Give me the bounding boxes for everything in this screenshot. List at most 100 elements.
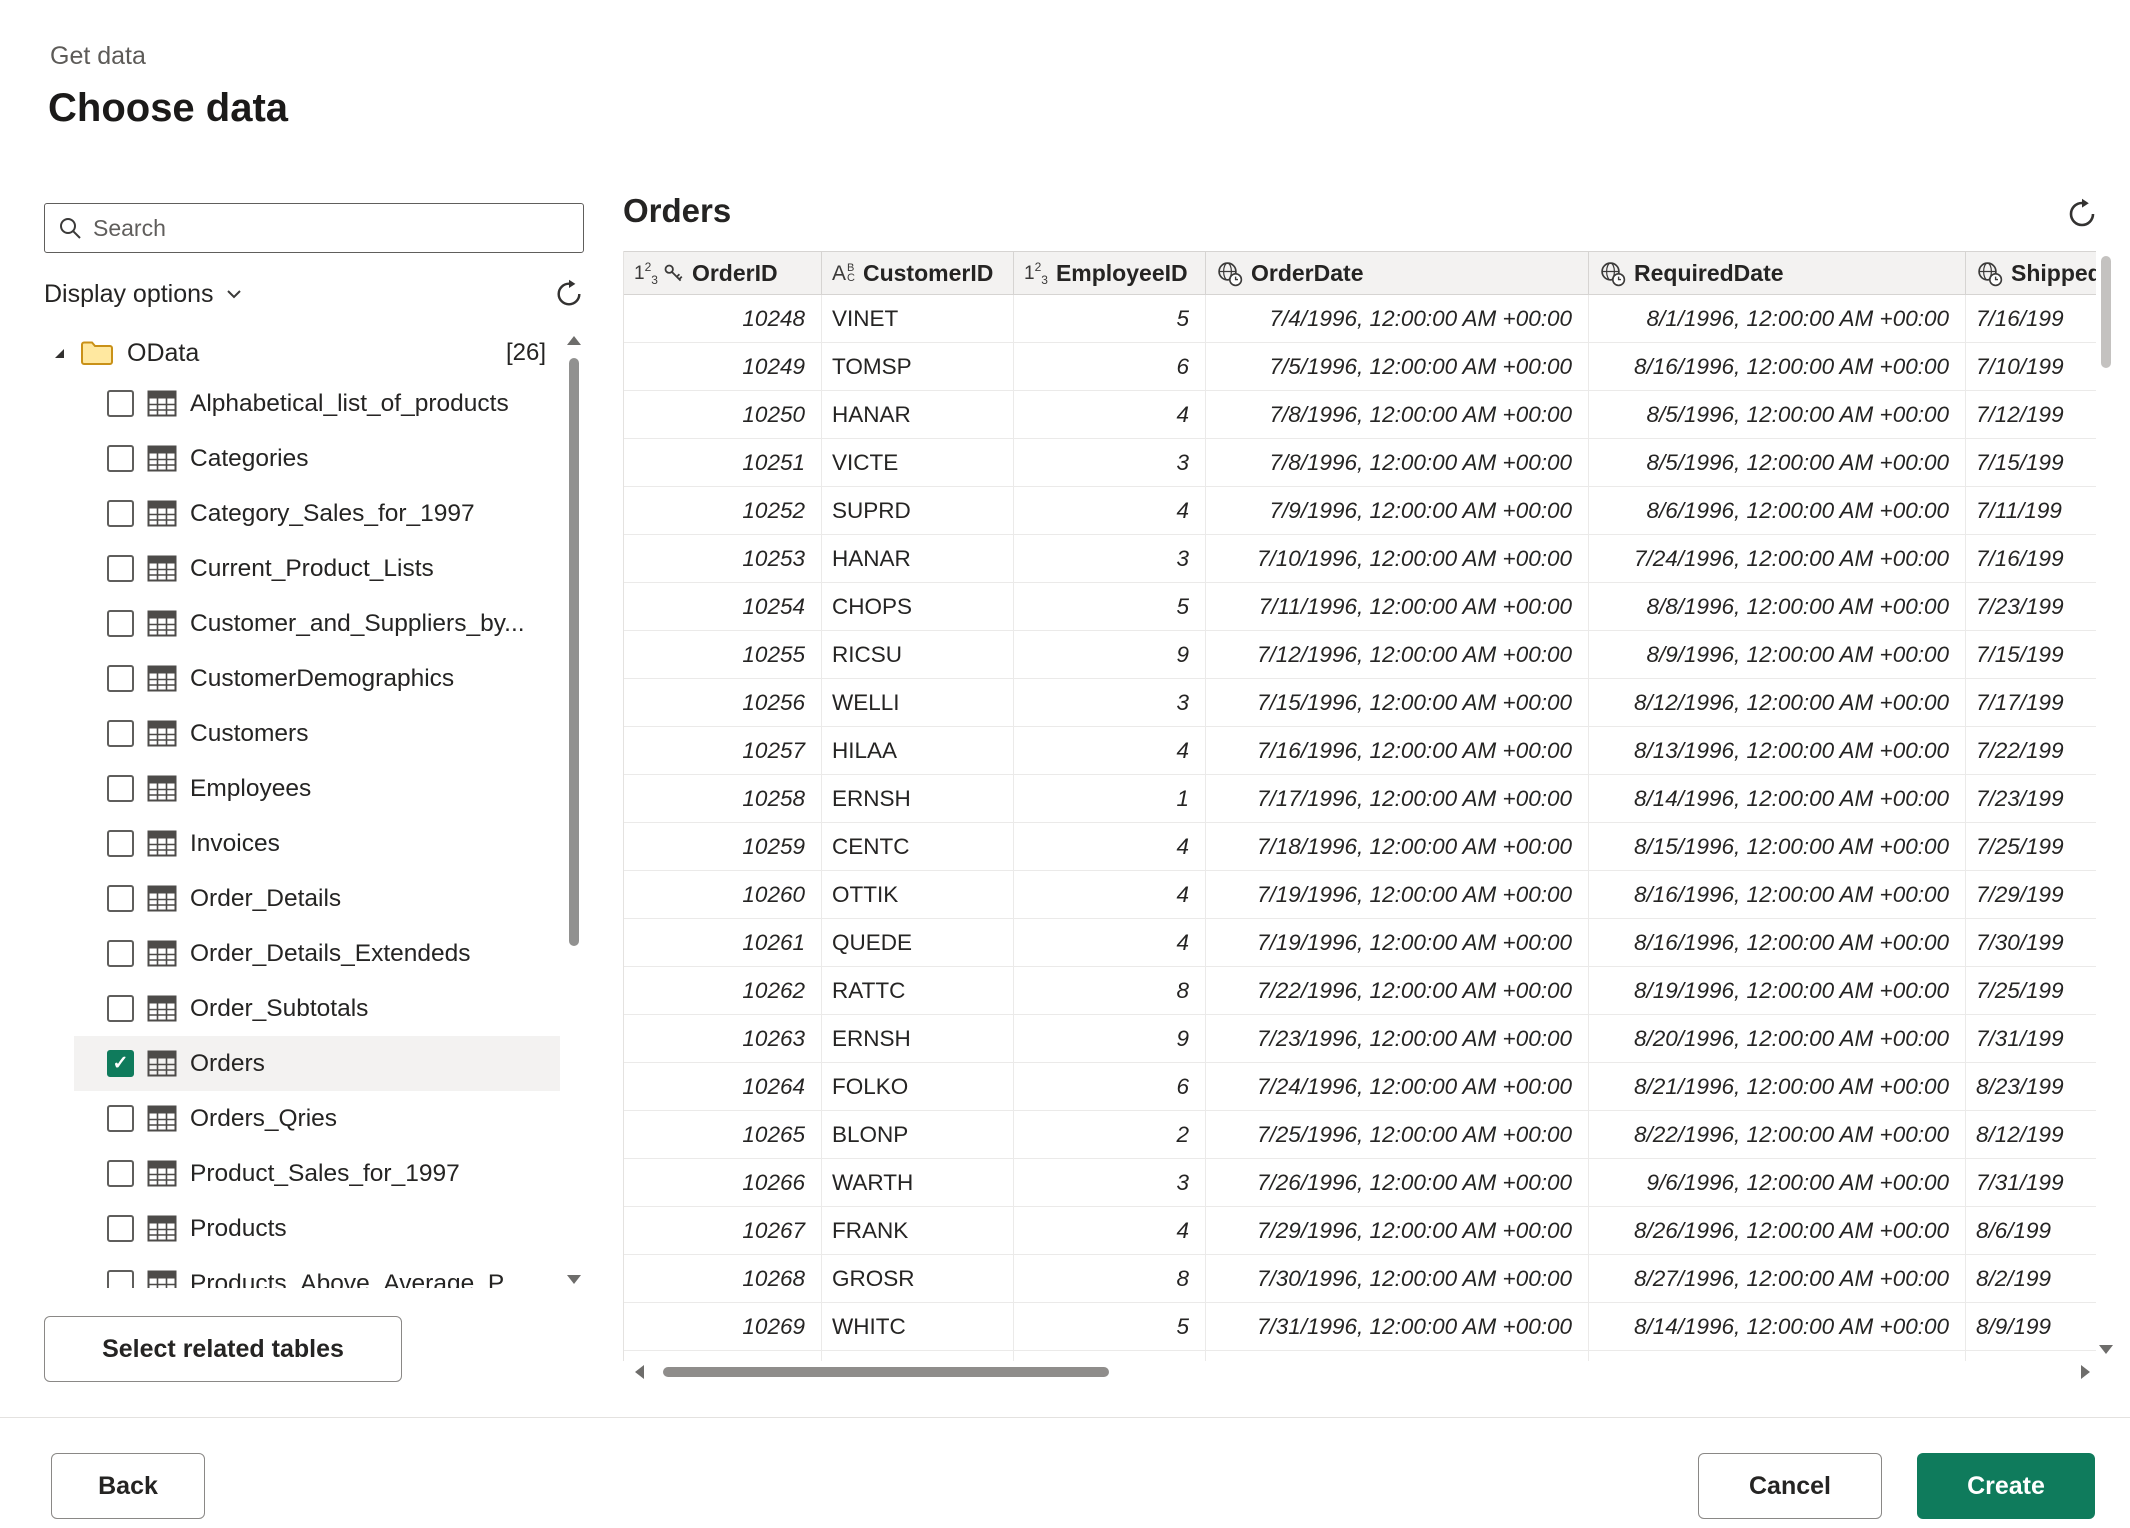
- checkbox[interactable]: [107, 610, 134, 637]
- table-row[interactable]: 10256WELLI37/15/1996, 12:00:00 AM +00:00…: [624, 679, 2096, 727]
- cell-requireddate: 8/16/1996, 12:00:00 AM +00:00: [1589, 871, 1966, 918]
- checkbox[interactable]: [107, 1105, 134, 1132]
- sidebar-scrollbar[interactable]: [566, 336, 582, 1284]
- sidebar-item-customerdemographics[interactable]: CustomerDemographics: [74, 651, 560, 706]
- column-header-orderid[interactable]: 123OrderID: [624, 252, 822, 294]
- table-row[interactable]: 10260OTTIK47/19/1996, 12:00:00 AM +00:00…: [624, 871, 2096, 919]
- checkbox[interactable]: [107, 665, 134, 692]
- checkbox[interactable]: [107, 775, 134, 802]
- table-name-label: Category_Sales_for_1997: [190, 500, 475, 528]
- table-row[interactable]: 10250HANAR47/8/1996, 12:00:00 AM +00:008…: [624, 391, 2096, 439]
- checkbox[interactable]: [107, 995, 134, 1022]
- checkbox[interactable]: [107, 445, 134, 472]
- cell-orderid: 10264: [624, 1063, 822, 1110]
- sidebar-refresh-button[interactable]: [554, 279, 584, 309]
- checkbox[interactable]: [107, 830, 134, 857]
- sidebar-item-order-details[interactable]: Order_Details: [74, 871, 560, 926]
- sidebar-item-customer-and-suppliers-by[interactable]: Customer_and_Suppliers_by...: [74, 596, 560, 651]
- tree-node-odata[interactable]: OData [26]: [44, 330, 560, 376]
- scrollbar-thumb[interactable]: [2101, 256, 2111, 368]
- sidebar-item-alphabetical-list-of-products[interactable]: Alphabetical_list_of_products: [74, 376, 560, 431]
- sidebar-item-employees[interactable]: Employees: [74, 761, 560, 816]
- scrollbar-thumb[interactable]: [569, 358, 579, 946]
- checkbox[interactable]: [107, 555, 134, 582]
- checkbox[interactable]: [107, 1050, 134, 1077]
- column-header-employeeid[interactable]: 123EmployeeID: [1014, 252, 1206, 294]
- scroll-down-arrow[interactable]: [2099, 1345, 2113, 1354]
- preview-refresh-button[interactable]: [2066, 198, 2098, 230]
- sidebar-item-orders[interactable]: Orders: [74, 1036, 560, 1091]
- cell-shippedd: 8/6/199: [1966, 1207, 2096, 1254]
- sidebar-item-category-sales-for-1997[interactable]: Category_Sales_for_1997: [74, 486, 560, 541]
- select-related-tables-button[interactable]: Select related tables: [44, 1316, 402, 1382]
- display-options-dropdown[interactable]: Display options: [44, 280, 244, 309]
- column-header-customerid[interactable]: ABCCustomerID: [822, 252, 1014, 294]
- scroll-left-arrow[interactable]: [635, 1365, 644, 1379]
- cell-shippedd: 7/31/199: [1966, 1159, 2096, 1206]
- cell-orderid: 10255: [624, 631, 822, 678]
- checkbox[interactable]: [107, 1215, 134, 1242]
- cell-requireddate: 8/12/1996, 12:00:00 AM +00:00: [1589, 679, 1966, 726]
- table-row[interactable]: 10264FOLKO67/24/1996, 12:00:00 AM +00:00…: [624, 1063, 2096, 1111]
- sidebar-item-product-sales-for-1997[interactable]: Product_Sales_for_1997: [74, 1146, 560, 1201]
- sidebar-item-categories[interactable]: Categories: [74, 431, 560, 486]
- cell-shippedd: 7/16/199: [1966, 295, 2096, 342]
- column-header-requireddate[interactable]: RequiredDate: [1589, 252, 1966, 294]
- footer-divider: [0, 1417, 2130, 1418]
- column-header-shippedd[interactable]: ShippedD: [1966, 252, 2096, 294]
- cell-shippedd: 8/23/199: [1966, 1063, 2096, 1110]
- scroll-down-arrow[interactable]: [567, 1275, 581, 1284]
- table-row[interactable]: 10266WARTH37/26/1996, 12:00:00 AM +00:00…: [624, 1159, 2096, 1207]
- table-row[interactable]: 10251VICTE37/8/1996, 12:00:00 AM +00:008…: [624, 439, 2096, 487]
- cell-requireddate: 8/9/1996, 12:00:00 AM +00:00: [1589, 631, 1966, 678]
- table-row[interactable]: 10261QUEDE47/19/1996, 12:00:00 AM +00:00…: [624, 919, 2096, 967]
- table-row[interactable]: 10262RATTC87/22/1996, 12:00:00 AM +00:00…: [624, 967, 2096, 1015]
- sidebar-item-orders-qries[interactable]: Orders_Qries: [74, 1091, 560, 1146]
- back-button[interactable]: Back: [51, 1453, 205, 1519]
- cell-customerid: TOMSP: [822, 343, 1014, 390]
- checkbox[interactable]: [107, 1270, 134, 1288]
- sidebar-item-order-details-extendeds[interactable]: Order_Details_Extendeds: [74, 926, 560, 981]
- table-row[interactable]: 10258ERNSH17/17/1996, 12:00:00 AM +00:00…: [624, 775, 2096, 823]
- table-row[interactable]: 10254CHOPS57/11/1996, 12:00:00 AM +00:00…: [624, 583, 2096, 631]
- collapse-triangle-icon[interactable]: [52, 346, 67, 361]
- grid-vertical-scrollbar[interactable]: [2098, 254, 2114, 1354]
- table-row[interactable]: 10268GROSR87/30/1996, 12:00:00 AM +00:00…: [624, 1255, 2096, 1303]
- table-row[interactable]: 10253HANAR37/10/1996, 12:00:00 AM +00:00…: [624, 535, 2096, 583]
- checkbox[interactable]: [107, 500, 134, 527]
- table-row[interactable]: 10265BLONP27/25/1996, 12:00:00 AM +00:00…: [624, 1111, 2096, 1159]
- checkbox[interactable]: [107, 390, 134, 417]
- table-row[interactable]: 10263ERNSH97/23/1996, 12:00:00 AM +00:00…: [624, 1015, 2096, 1063]
- table-row[interactable]: 10257HILAA47/16/1996, 12:00:00 AM +00:00…: [624, 727, 2096, 775]
- scrollbar-thumb[interactable]: [663, 1367, 1109, 1377]
- sidebar-item-customers[interactable]: Customers: [74, 706, 560, 761]
- table-row[interactable]: 10249TOMSP67/5/1996, 12:00:00 AM +00:008…: [624, 343, 2096, 391]
- table-name-label: Order_Details: [190, 885, 341, 913]
- checkbox[interactable]: [107, 1160, 134, 1187]
- table-icon: [147, 1105, 177, 1132]
- search-box[interactable]: [44, 203, 584, 253]
- sidebar-item-order-subtotals[interactable]: Order_Subtotals: [74, 981, 560, 1036]
- table-name-label: Order_Subtotals: [190, 995, 368, 1023]
- checkbox[interactable]: [107, 885, 134, 912]
- sidebar-item-products-above-average-p[interactable]: Products_Above_Average_P...: [74, 1256, 560, 1288]
- table-row[interactable]: 10259CENTC47/18/1996, 12:00:00 AM +00:00…: [624, 823, 2096, 871]
- checkbox[interactable]: [107, 720, 134, 747]
- table-row[interactable]: 10270WARTH18/1/1996, 12:00:00 AM +00:008…: [624, 1351, 2096, 1361]
- table-row[interactable]: 10248VINET57/4/1996, 12:00:00 AM +00:008…: [624, 295, 2096, 343]
- checkbox[interactable]: [107, 940, 134, 967]
- column-header-orderdate[interactable]: OrderDate: [1206, 252, 1589, 294]
- search-input[interactable]: [93, 215, 571, 242]
- table-row[interactable]: 10267FRANK47/29/1996, 12:00:00 AM +00:00…: [624, 1207, 2096, 1255]
- table-row[interactable]: 10255RICSU97/12/1996, 12:00:00 AM +00:00…: [624, 631, 2096, 679]
- cancel-button[interactable]: Cancel: [1698, 1453, 1882, 1519]
- scroll-up-arrow[interactable]: [567, 336, 581, 345]
- table-row[interactable]: 10252SUPRD47/9/1996, 12:00:00 AM +00:008…: [624, 487, 2096, 535]
- sidebar-item-invoices[interactable]: Invoices: [74, 816, 560, 871]
- sidebar-item-current-product-lists[interactable]: Current_Product_Lists: [74, 541, 560, 596]
- sidebar-item-products[interactable]: Products: [74, 1201, 560, 1256]
- table-row[interactable]: 10269WHITC57/31/1996, 12:00:00 AM +00:00…: [624, 1303, 2096, 1351]
- scroll-right-arrow[interactable]: [2081, 1365, 2090, 1379]
- create-button[interactable]: Create: [1917, 1453, 2095, 1519]
- grid-horizontal-scrollbar[interactable]: [635, 1363, 2090, 1381]
